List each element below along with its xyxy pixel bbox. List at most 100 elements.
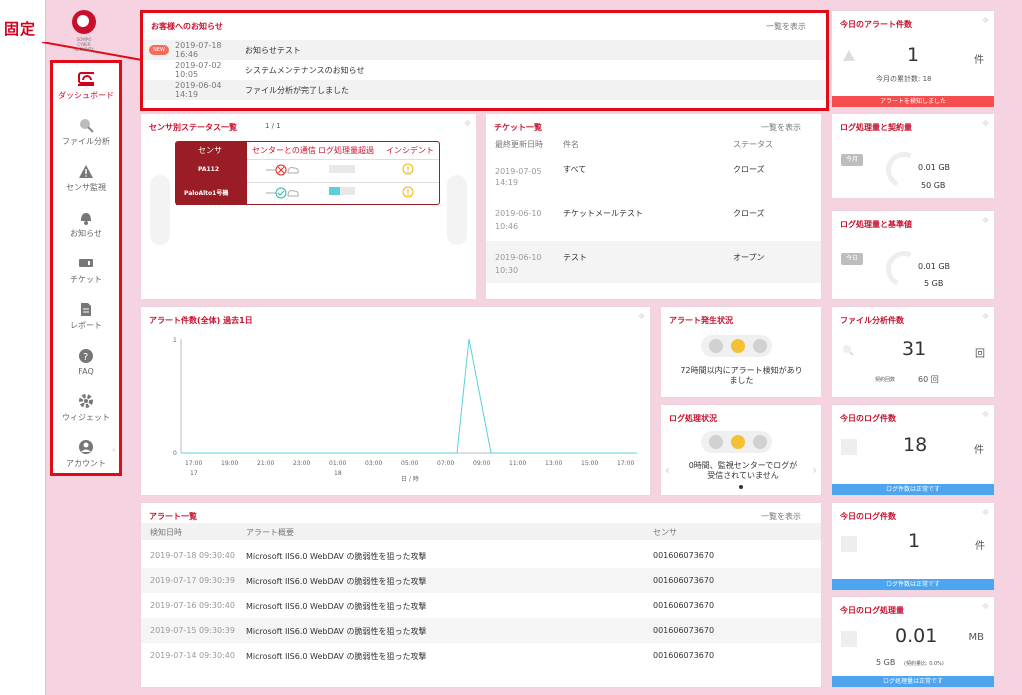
- notice-item[interactable]: NEW 2019-07-18 16:46 お知らせテスト: [143, 40, 826, 60]
- chevron-right-icon[interactable]: ›: [812, 463, 817, 477]
- table-row[interactable]: 2019-07-17 09:30:39 Microsoft IIS6.0 WebD…: [141, 568, 821, 593]
- table-row[interactable]: 2019-06-10 10:30 テスト オープン: [486, 241, 821, 283]
- carousel-dot[interactable]: [739, 485, 743, 489]
- log-status-bar: ログ件数は正常です: [832, 579, 994, 590]
- panel-title: 今日のログ件数: [840, 414, 896, 423]
- alert-sensor: 001606073670: [653, 576, 715, 585]
- nav-label: ウィジェット: [62, 413, 110, 422]
- month-tag: 今月: [841, 154, 863, 166]
- x-tick-label: 19:00: [221, 460, 238, 467]
- alerts-list-panel: アラート一覧 一覧を表示 検知日時 アラート概要 センサ 2019-07-18 …: [140, 502, 822, 688]
- alert-count: 1: [907, 44, 920, 66]
- panel-title: 今日のアラート件数: [840, 20, 912, 29]
- svg-text:?: ?: [83, 352, 88, 363]
- status-light-green: [709, 339, 723, 353]
- log-excess-header: ログ処理量超過: [318, 146, 374, 155]
- communication-ok-icon: [266, 187, 299, 199]
- log-base-panel: ログ処理量と基準値 ✥ 今日 0.01 GB 5 GB: [831, 210, 995, 300]
- log-status-bar: ログ件数は正常です: [832, 484, 994, 495]
- alert-unit: 件: [974, 55, 984, 66]
- chevron-left-icon[interactable]: ‹: [665, 463, 670, 477]
- column-header: 件名: [563, 140, 579, 149]
- table-row[interactable]: 2019-07-14 09:30:40 Microsoft IIS6.0 WebD…: [141, 643, 821, 668]
- warning-icon: [843, 50, 855, 61]
- status-light-yellow: [731, 339, 745, 353]
- log-meter-icon: [329, 165, 355, 173]
- alert-sensor: 001606073670: [653, 551, 715, 560]
- notice-text: システムメンテナンスのお知らせ: [245, 65, 365, 75]
- nav-account[interactable]: アカウント ›: [53, 431, 119, 477]
- contract-volume: 50 GB: [921, 181, 946, 190]
- sensor-header: センサ: [198, 146, 222, 155]
- x-day-label: 18: [334, 470, 342, 477]
- used-volume: 0.01 GB: [918, 262, 951, 271]
- column-header: 検知日時: [150, 528, 182, 537]
- communication-header: センターとの通信: [252, 146, 316, 155]
- status-light-green: [709, 435, 723, 449]
- table-row[interactable]: 2019-07-16 09:30:40 Microsoft IIS6.0 WebD…: [141, 593, 821, 618]
- notice-item[interactable]: 2019-07-02 10:05 システムメンテナンスのお知らせ: [143, 60, 826, 80]
- previous-button[interactable]: [150, 175, 170, 245]
- nav-dashboard[interactable]: ダッシュボード: [53, 63, 119, 109]
- nav-notices[interactable]: お知らせ: [53, 201, 119, 247]
- analysis-count: 31: [902, 338, 927, 360]
- nav-label: レポート: [70, 321, 102, 330]
- contract-count-value: 60 回: [918, 375, 939, 384]
- today-logs-panel: 今日のログ件数 ✥ 18 件 ログ件数は正常です: [831, 404, 995, 496]
- x-day-label: 17: [190, 470, 198, 477]
- y-tick-label: 1: [173, 337, 177, 344]
- fixed-annotation-label: 固定: [4, 20, 37, 38]
- log-contract-panel: ログ処理量と契約量 ✥ 今月 0.01 GB 50 GB: [831, 113, 995, 199]
- nav-label: ダッシュボード: [58, 91, 114, 100]
- panel-title: アラート一覧: [149, 512, 197, 521]
- nav-label: アカウント: [66, 459, 106, 468]
- panel-title: センサ別ステータス一覧: [149, 123, 237, 132]
- nav-sensor-monitoring[interactable]: センサ監視: [53, 155, 119, 201]
- alert-summary: Microsoft IIS6.0 WebDAV の脆弱性を狙った攻撃: [246, 602, 427, 611]
- nav-tickets[interactable]: チケット: [53, 247, 119, 293]
- ticket-icon: [78, 255, 94, 271]
- notice-item[interactable]: 2019-06-04 14:19 ファイル分析が完了しました: [143, 80, 826, 100]
- view-all-link[interactable]: 一覧を表示: [761, 511, 801, 522]
- today-logs-panel-2: 今日のログ件数 ✥ 1 件 ログ件数は正常です: [831, 502, 995, 591]
- list-icon: [841, 439, 857, 455]
- sensor-name[interactable]: PaloAlto1号機: [184, 188, 228, 197]
- view-all-link[interactable]: 一覧を表示: [766, 21, 806, 32]
- alert-series-line: [181, 338, 637, 454]
- log-meter-icon: [329, 187, 355, 195]
- alert-line-chart: 1 0 17:00 19:00 21:00 23:00 01:00 03:00 05:00 07:…: [173, 337, 637, 483]
- logo-mark-icon: [72, 10, 96, 34]
- column-header: 最終更新日時: [495, 140, 543, 149]
- column-header: センサ: [653, 528, 677, 537]
- search-icon: [78, 117, 94, 133]
- next-button[interactable]: [447, 175, 467, 245]
- incident-warning-icon: [402, 163, 414, 175]
- question-icon: ?: [78, 348, 94, 364]
- x-tick-label: 13:00: [545, 460, 562, 467]
- x-tick-label: 11:00: [509, 460, 526, 467]
- log-count: 18: [903, 434, 928, 456]
- x-tick-label: 15:00: [581, 460, 598, 467]
- nav-reports[interactable]: レポート: [53, 293, 119, 339]
- nav-label: ファイル分析: [62, 137, 110, 146]
- table-row[interactable]: 2019-07-18 09:30:40 Microsoft IIS6.0 WebD…: [141, 543, 821, 568]
- nav-label: FAQ: [78, 367, 94, 376]
- x-tick-label: 17:00: [617, 460, 634, 467]
- nav-file-analysis[interactable]: ファイル分析: [53, 109, 119, 155]
- sensor-name[interactable]: PA112: [198, 166, 219, 173]
- nav-faq[interactable]: ? FAQ: [53, 339, 119, 385]
- page-indicator: 1 / 1: [265, 122, 281, 130]
- used-volume: 0.01 GB: [918, 163, 951, 172]
- sompo-logo[interactable]: SOMPO CYBER SECURITY: [56, 8, 112, 64]
- contract-ratio: (契約量比: 0.0%): [904, 661, 944, 667]
- column-header: アラート概要: [246, 528, 294, 537]
- panel-title: ログ処理量と契約量: [840, 123, 912, 132]
- view-all-link[interactable]: 一覧を表示: [761, 122, 801, 133]
- nav-widgets[interactable]: ウィジェット: [53, 385, 119, 431]
- communication-error-icon: [266, 164, 299, 176]
- alert-status-panel: アラート発生状況 72時間以内にアラート検知がありました: [660, 306, 822, 398]
- panel-title: ファイル分析件数: [840, 316, 904, 325]
- new-badge: NEW: [149, 45, 169, 55]
- table-row[interactable]: 2019-07-15 09:30:39 Microsoft IIS6.0 WebD…: [141, 618, 821, 643]
- today-alerts-panel: 今日のアラート件数 ✥ 1 件 今月の累計数: 18 アラートを検知しました: [831, 10, 995, 108]
